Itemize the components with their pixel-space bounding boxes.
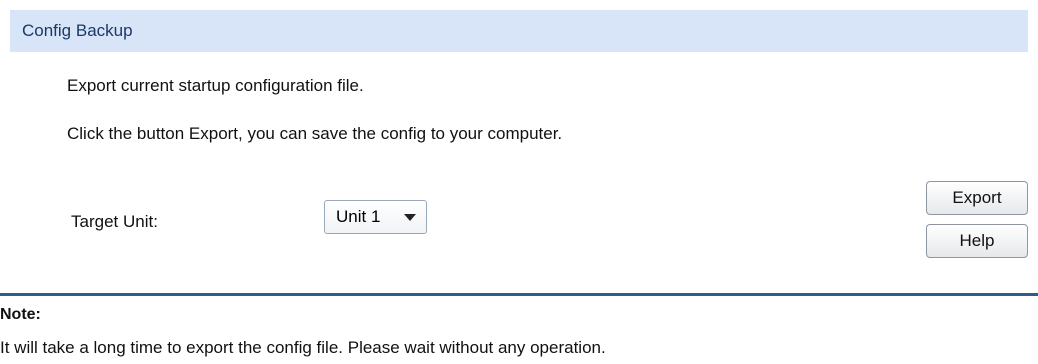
export-button[interactable]: Export	[926, 181, 1028, 215]
target-unit-select[interactable]: Unit 1	[324, 200, 427, 234]
target-unit-value: Unit 1	[336, 207, 381, 226]
note-text: It will take a long time to export the c…	[0, 338, 606, 357]
section-header: Config Backup	[10, 10, 1028, 52]
config-backup-page: Config Backup Export current startup con…	[0, 0, 1038, 364]
divider	[0, 293, 1038, 296]
target-unit-label: Target Unit:	[71, 212, 158, 231]
chevron-down-icon	[404, 214, 416, 221]
section-title: Config Backup	[22, 21, 133, 40]
note-title: Note:	[0, 306, 41, 323]
description-line-1: Export current startup configuration fil…	[67, 76, 364, 95]
help-button[interactable]: Help	[926, 224, 1028, 258]
description-line-2: Click the button Export, you can save th…	[67, 124, 563, 143]
